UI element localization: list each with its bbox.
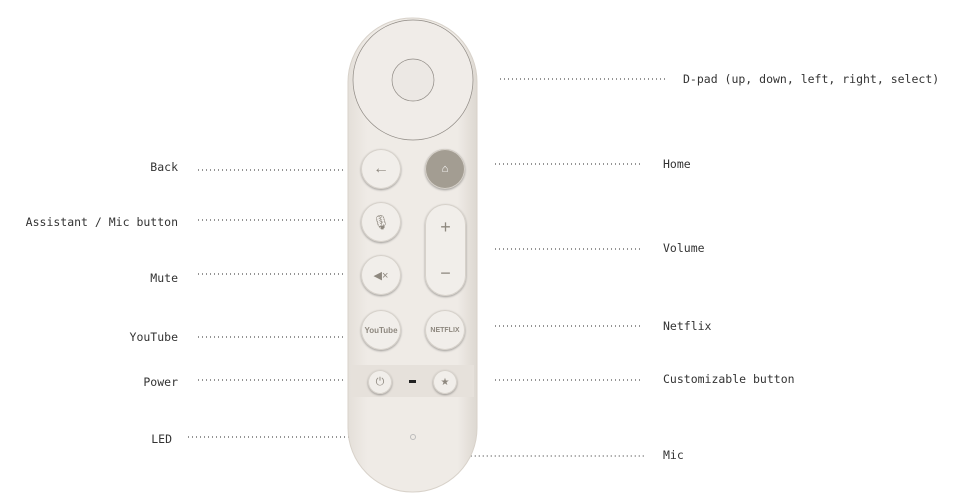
label-home: Home xyxy=(663,157,691,171)
home-button[interactable]: ⌂ xyxy=(425,149,465,189)
volume-down[interactable]: − xyxy=(440,263,451,284)
arrow-left-icon: ← xyxy=(373,160,389,177)
volume-rocker[interactable]: + − xyxy=(425,204,466,296)
youtube-button[interactable]: YouTube xyxy=(361,310,401,350)
label-dpad: D-pad (up, down, left, right, select) xyxy=(683,72,940,86)
power-icon: ⏻ xyxy=(375,375,385,388)
label-volume: Volume xyxy=(663,241,705,255)
label-custom: Customizable button xyxy=(663,372,795,386)
mute-button[interactable]: ◀× xyxy=(361,255,401,295)
label-power: Power xyxy=(143,375,178,389)
label-led: LED xyxy=(151,432,172,446)
label-mute: Mute xyxy=(150,271,178,285)
back-button[interactable]: ← xyxy=(361,149,401,189)
label-assistant: Assistant / Mic button xyxy=(25,215,178,229)
mute-icon: ◀× xyxy=(373,269,389,282)
led-indicator xyxy=(409,380,416,383)
home-icon: ⌂ xyxy=(441,163,449,175)
label-back: Back xyxy=(150,160,178,174)
label-youtube: YouTube xyxy=(129,330,178,344)
power-button[interactable]: ⏻ xyxy=(368,370,392,394)
mic-icon: 🎙︎ xyxy=(372,213,390,230)
netflix-button[interactable]: NETFLIX xyxy=(425,310,465,350)
assistant-button[interactable]: 🎙︎ xyxy=(361,202,401,242)
youtube-text: YouTube xyxy=(364,325,398,335)
dpad-select xyxy=(391,58,435,102)
volume-up[interactable]: + xyxy=(440,217,451,238)
star-icon: ★ xyxy=(440,376,450,388)
netflix-text: NETFLIX xyxy=(430,326,460,334)
custom-button[interactable]: ★ xyxy=(433,370,457,394)
label-netflix: Netflix xyxy=(663,319,712,333)
label-mic: Mic xyxy=(663,448,684,462)
